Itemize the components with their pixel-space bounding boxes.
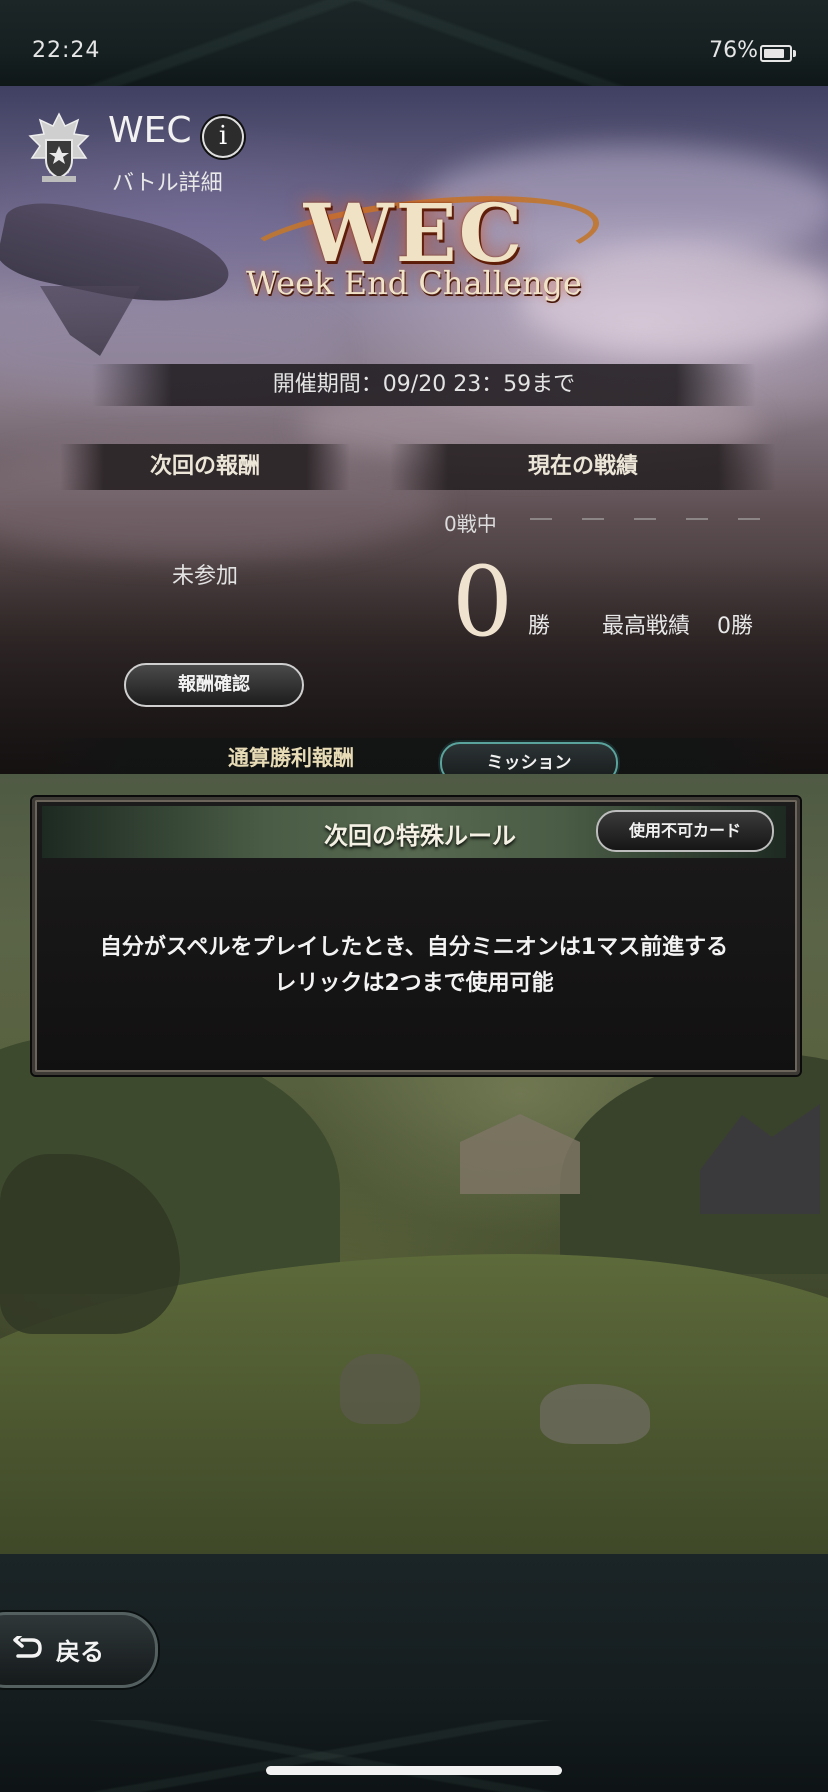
best-record-value: 0勝 [717, 614, 753, 639]
tab-total-wins-reward[interactable]: 通算勝利報酬 [228, 742, 354, 772]
battle-count: 0戦中 [444, 512, 497, 536]
wec-logo-tagline: Week End Challenge [246, 264, 582, 302]
battle-slot [582, 518, 604, 520]
unusable-cards-button[interactable]: 使用不可カード [596, 810, 774, 852]
tab-bar [40, 738, 788, 776]
battle-slot [634, 518, 656, 520]
back-label[interactable]: 戻る [56, 1632, 104, 1667]
reward-confirm-button[interactable]: 報酬確認 [124, 663, 304, 707]
return-arrow-icon [13, 1636, 42, 1658]
page-title: WEC [108, 110, 192, 151]
info-button[interactable]: i [202, 116, 244, 158]
status-time: 22:24 [32, 38, 101, 63]
footer-decoration [0, 1720, 828, 1792]
current-record-heading: 現在の戦績 [390, 444, 776, 490]
battery-icon [760, 45, 796, 62]
battle-slot [686, 518, 708, 520]
rule-line: 自分がスペルをプレイしたとき、自分ミニオンは1マス前進する [99, 935, 729, 960]
wins-count: 0 [452, 546, 514, 658]
battle-slot [738, 518, 760, 520]
next-reward-heading: 次回の報酬 [60, 444, 350, 490]
special-rule-text: 自分がスペルをプレイしたとき、自分ミニオンは1マス前進する レリックは2つまで使… [60, 930, 768, 1002]
page-subtitle: バトル詳細 [112, 171, 223, 196]
event-period: 開催期間：09/20 23：59まで [92, 364, 756, 406]
home-indicator[interactable] [266, 1766, 562, 1775]
rule-line: レリックは2つまで使用可能 [274, 971, 554, 996]
wec-crest-icon [28, 112, 90, 182]
best-record-label: 最高戦績 [602, 614, 691, 639]
wins-unit: 勝 [528, 614, 551, 639]
participation-status: 未参加 [171, 564, 238, 589]
wec-logo: WEC Week End Challenge [236, 180, 604, 310]
special-rule-title: 次回の特殊ルール [324, 822, 516, 850]
battery-percent: 76% [709, 38, 758, 63]
battle-slot [530, 518, 552, 520]
status-bar: 22:24 76% [0, 0, 828, 86]
